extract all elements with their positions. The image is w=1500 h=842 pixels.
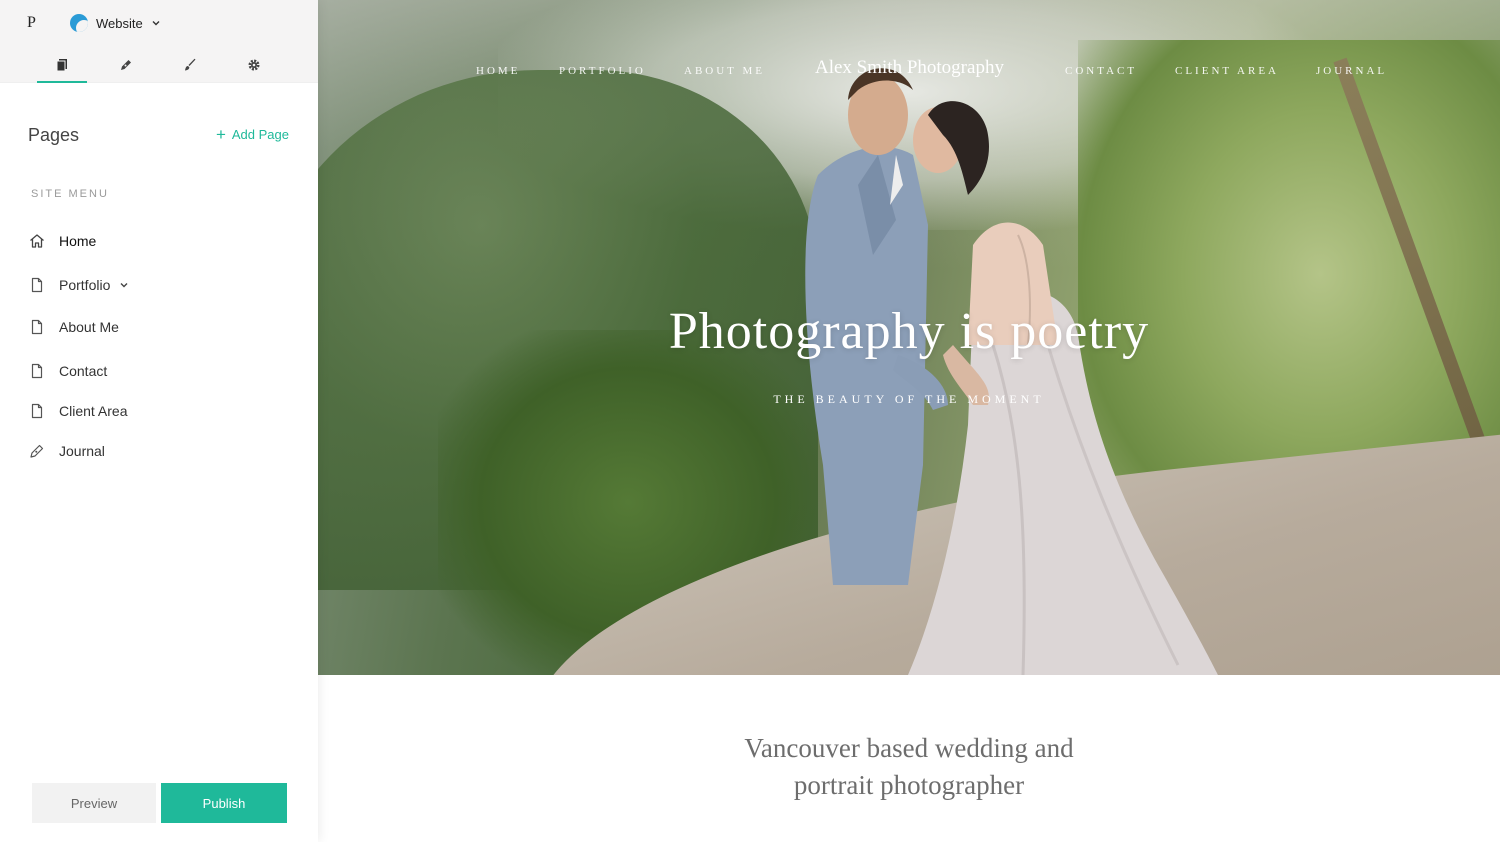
editor-topbar: P Website [0, 0, 318, 46]
editor-tabbar [0, 46, 318, 83]
page-icon [31, 363, 43, 379]
nav-link-client-area[interactable]: CLIENT AREA [1175, 65, 1279, 77]
preview-button[interactable]: Preview [32, 783, 156, 823]
plus-icon: + [215, 125, 226, 144]
pages-heading: Pages [28, 125, 80, 145]
chevron-down-icon[interactable] [119, 280, 129, 290]
editor-sidebar: P Website Pages + Add Page SITE MENU Hom… [0, 0, 318, 842]
page-icon [31, 319, 43, 335]
menu-label-portfolio: Portfolio [59, 277, 111, 293]
tagline-line-2: portrait photographer [793, 770, 1025, 800]
page-icon [31, 403, 43, 419]
brush-icon [185, 58, 196, 70]
sidebar-item-client-area[interactable]: Client Area [29, 397, 127, 425]
menu-label-home: Home [59, 233, 97, 249]
menu-label-about-me: About Me [59, 319, 119, 335]
tab-pages[interactable] [37, 46, 87, 83]
sidebar-actions: Preview Publish [32, 783, 287, 823]
add-page-label: Add Page [231, 127, 289, 142]
site-icon [70, 14, 88, 32]
pen-icon [121, 59, 131, 70]
gear-icon [248, 59, 260, 70]
tab-content[interactable] [101, 46, 151, 83]
pen-icon [30, 444, 44, 458]
tab-settings[interactable] [229, 46, 279, 83]
site-menu-label: SITE MENU [31, 188, 109, 200]
menu-label-client-area: Client Area [59, 403, 128, 419]
pages-icon [56, 58, 67, 71]
sidebar-item-home[interactable]: Home [29, 227, 96, 255]
site-title[interactable]: Alex Smith Photography [815, 57, 1004, 79]
site-navigation: HOME PORTFOLIO ABOUT ME Alex Smith Photo… [318, 0, 1500, 140]
nav-link-portfolio[interactable]: PORTFOLIO [559, 65, 646, 77]
sidebar-item-portfolio[interactable]: Portfolio [29, 271, 129, 299]
sidebar-item-journal[interactable]: Journal [29, 437, 105, 465]
menu-label-contact: Contact [59, 363, 108, 379]
tagline-line-1: Vancouver based wedding and [744, 733, 1074, 763]
page-icon [31, 277, 43, 293]
publish-button[interactable]: Publish [161, 783, 287, 823]
nav-link-journal[interactable]: JOURNAL [1316, 65, 1387, 77]
sidebar-item-contact[interactable]: Contact [29, 357, 107, 385]
nav-link-contact[interactable]: CONTACT [1065, 65, 1137, 77]
nav-link-about-me[interactable]: ABOUT ME [684, 65, 765, 77]
site-preview: HOME PORTFOLIO ABOUT ME Alex Smith Photo… [318, 0, 1500, 842]
add-page-button[interactable]: + Add Page [215, 125, 289, 144]
site-selector[interactable]: Website [70, 12, 161, 34]
menu-label-journal: Journal [59, 443, 105, 459]
hero-headline: Photography is poetry [668, 303, 1150, 360]
brand-logo[interactable]: P [27, 14, 36, 32]
sidebar-item-about-me[interactable]: About Me [29, 313, 119, 341]
home-icon [30, 234, 44, 248]
intro-tagline: Vancouver based wedding and portrait pho… [318, 730, 1500, 804]
chevron-down-icon [152, 21, 160, 26]
site-selector-label: Website [96, 15, 143, 31]
tab-design[interactable] [165, 46, 215, 83]
nav-link-home[interactable]: HOME [476, 65, 520, 77]
hero-subheadline: THE BEAUTY OF THE MOMENT [773, 392, 1045, 406]
